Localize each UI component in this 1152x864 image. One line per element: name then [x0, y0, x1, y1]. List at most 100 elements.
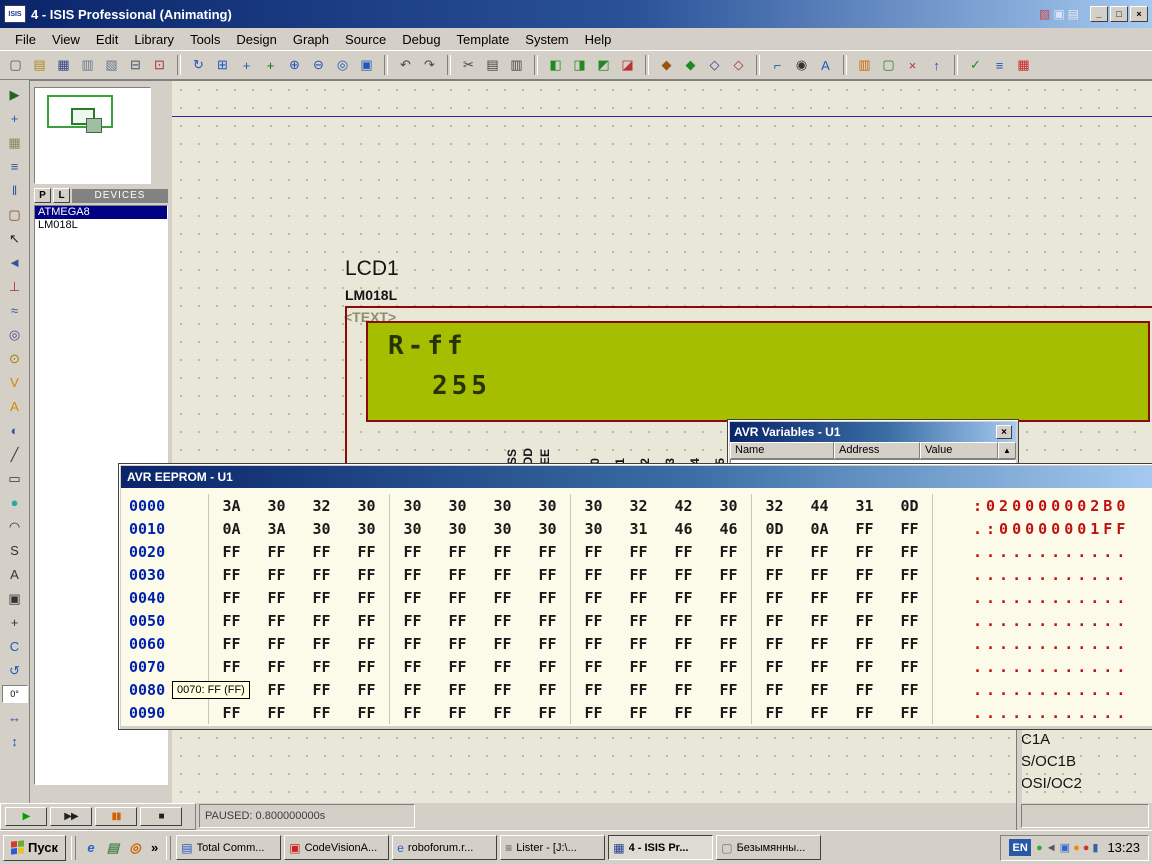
eeprom-byte[interactable]: 42 [661, 497, 706, 515]
eeprom-byte[interactable]: 0A [797, 520, 842, 538]
current-probe-button[interactable]: A [3, 395, 27, 418]
keyboard-layout-icon[interactable]: ▨ [1039, 7, 1050, 21]
scroll-up-icon[interactable]: ▲ [998, 442, 1016, 459]
block-move-button[interactable]: ◨ [568, 54, 591, 76]
monitor-icon[interactable]: ▣ [1053, 7, 1064, 21]
tape-recorder-button[interactable]: ◎ [3, 323, 27, 346]
generator-button[interactable]: ⊙ [3, 347, 27, 370]
menu-item-file[interactable]: File [8, 30, 43, 49]
eeprom-byte[interactable]: FF [344, 681, 389, 699]
eeprom-byte[interactable]: 0A [209, 520, 254, 538]
eeprom-byte[interactable]: FF [525, 589, 570, 607]
eeprom-window-titlebar[interactable]: AVR EEPROM - U1 [121, 466, 1152, 488]
taskbar-button[interactable]: ▦4 - ISIS Pr... [608, 835, 713, 860]
eeprom-byte[interactable]: FF [344, 566, 389, 584]
scheduler-tray-icon[interactable]: ● [1073, 842, 1080, 854]
eeprom-byte[interactable]: FF [525, 612, 570, 630]
eeprom-byte[interactable]: FF [571, 704, 616, 722]
eeprom-byte[interactable]: 30 [435, 497, 480, 515]
graph-mode-button[interactable]: ≈ [3, 299, 27, 322]
mirror-horizontal-button[interactable]: ↔ [3, 706, 27, 729]
block-rotate-button[interactable]: ◩ [592, 54, 615, 76]
block-delete-button[interactable]: ◪ [616, 54, 639, 76]
eeprom-byte[interactable]: FF [706, 566, 751, 584]
eeprom-byte[interactable]: 3A [254, 520, 299, 538]
eeprom-byte[interactable]: FF [571, 589, 616, 607]
eeprom-byte[interactable]: 30 [571, 520, 616, 538]
eeprom-byte[interactable]: FF [571, 543, 616, 561]
eeprom-byte[interactable]: FF [887, 704, 932, 722]
eeprom-byte[interactable]: 30 [390, 497, 435, 515]
eeprom-byte[interactable]: FF [616, 566, 661, 584]
eeprom-byte[interactable]: FF [435, 566, 480, 584]
electrical-rules-button[interactable]: ✓ [964, 54, 987, 76]
device-item[interactable]: LM018L [35, 219, 167, 232]
menu-item-source[interactable]: Source [338, 30, 393, 49]
eeprom-byte[interactable]: FF [571, 635, 616, 653]
eeprom-byte[interactable]: FF [209, 566, 254, 584]
grid-toggle-button[interactable]: ⊞ [211, 54, 234, 76]
import-section-button[interactable]: ▥ [76, 54, 99, 76]
print-button[interactable]: ⊟ [124, 54, 147, 76]
pick-device-button[interactable]: ◆ [655, 54, 678, 76]
eeprom-byte[interactable]: FF [616, 543, 661, 561]
eeprom-byte[interactable]: FF [706, 635, 751, 653]
text-script-button[interactable]: ≡ [3, 155, 27, 178]
eeprom-byte[interactable]: FF [887, 635, 932, 653]
eeprom-byte[interactable]: 0D [887, 497, 932, 515]
block-copy-button[interactable]: ◧ [544, 54, 567, 76]
eeprom-byte[interactable]: FF [209, 704, 254, 722]
decompose-button[interactable]: ◇ [727, 54, 750, 76]
menu-item-view[interactable]: View [45, 30, 87, 49]
eeprom-byte[interactable]: FF [480, 589, 525, 607]
eeprom-byte[interactable]: FF [254, 612, 299, 630]
arc-2d-button[interactable]: ◠ [3, 515, 27, 538]
instant-edit-button[interactable]: ↖ [3, 227, 27, 250]
remove-sheet-button[interactable]: × [901, 54, 924, 76]
play-button[interactable]: ▶ [5, 807, 47, 826]
eeprom-byte[interactable]: 30 [480, 497, 525, 515]
eeprom-byte[interactable]: FF [525, 635, 570, 653]
eeprom-byte[interactable]: FF [299, 543, 344, 561]
taskbar-button[interactable]: ▣CodeVisionA... [284, 835, 389, 860]
eeprom-byte[interactable]: FF [842, 658, 887, 676]
eeprom-byte[interactable]: FF [344, 543, 389, 561]
eeprom-byte[interactable]: FF [797, 658, 842, 676]
eeprom-byte[interactable]: FF [390, 566, 435, 584]
eeprom-byte[interactable]: FF [480, 543, 525, 561]
rotate-anticlockwise-button[interactable]: ↺ [3, 659, 27, 682]
eeprom-byte[interactable]: FF [706, 681, 751, 699]
eeprom-byte[interactable]: FF [616, 589, 661, 607]
eeprom-byte[interactable]: FF [254, 566, 299, 584]
media-quicklaunch-icon[interactable]: ◎ [125, 837, 145, 859]
eeprom-byte[interactable]: FF [390, 681, 435, 699]
open-design-button[interactable]: ▤ [28, 54, 51, 76]
eeprom-byte[interactable]: 30 [299, 520, 344, 538]
path-2d-button[interactable]: S [3, 539, 27, 562]
eeprom-byte[interactable]: FF [842, 520, 887, 538]
eeprom-byte[interactable]: FF [616, 658, 661, 676]
marker-button[interactable]: + [3, 611, 27, 634]
start-button[interactable]: Пуск [3, 835, 66, 861]
eeprom-byte[interactable]: FF [390, 658, 435, 676]
eeprom-byte[interactable]: 3A [209, 497, 254, 515]
eeprom-byte[interactable]: FF [299, 681, 344, 699]
eeprom-byte[interactable]: FF [480, 681, 525, 699]
eeprom-byte[interactable]: FF [571, 612, 616, 630]
eeprom-byte[interactable]: FF [797, 543, 842, 561]
new-sheet-button[interactable]: ▢ [877, 54, 900, 76]
variables-column-value[interactable]: Value [920, 442, 998, 459]
menu-item-graph[interactable]: Graph [286, 30, 336, 49]
eeprom-byte[interactable]: FF [209, 543, 254, 561]
maximize-button[interactable]: □ [1110, 6, 1128, 22]
eeprom-byte[interactable]: FF [706, 658, 751, 676]
stop-button[interactable]: ■ [140, 807, 182, 826]
netlist-button[interactable]: ≡ [988, 54, 1011, 76]
eeprom-byte[interactable]: 30 [435, 520, 480, 538]
eeprom-byte[interactable]: FF [887, 612, 932, 630]
wire-label-button[interactable]: ▦ [3, 131, 27, 154]
eeprom-byte[interactable]: 30 [254, 497, 299, 515]
eeprom-byte[interactable]: FF [752, 635, 797, 653]
variables-column-address[interactable]: Address [834, 442, 920, 459]
step-button[interactable]: ▶▶ [50, 807, 92, 826]
